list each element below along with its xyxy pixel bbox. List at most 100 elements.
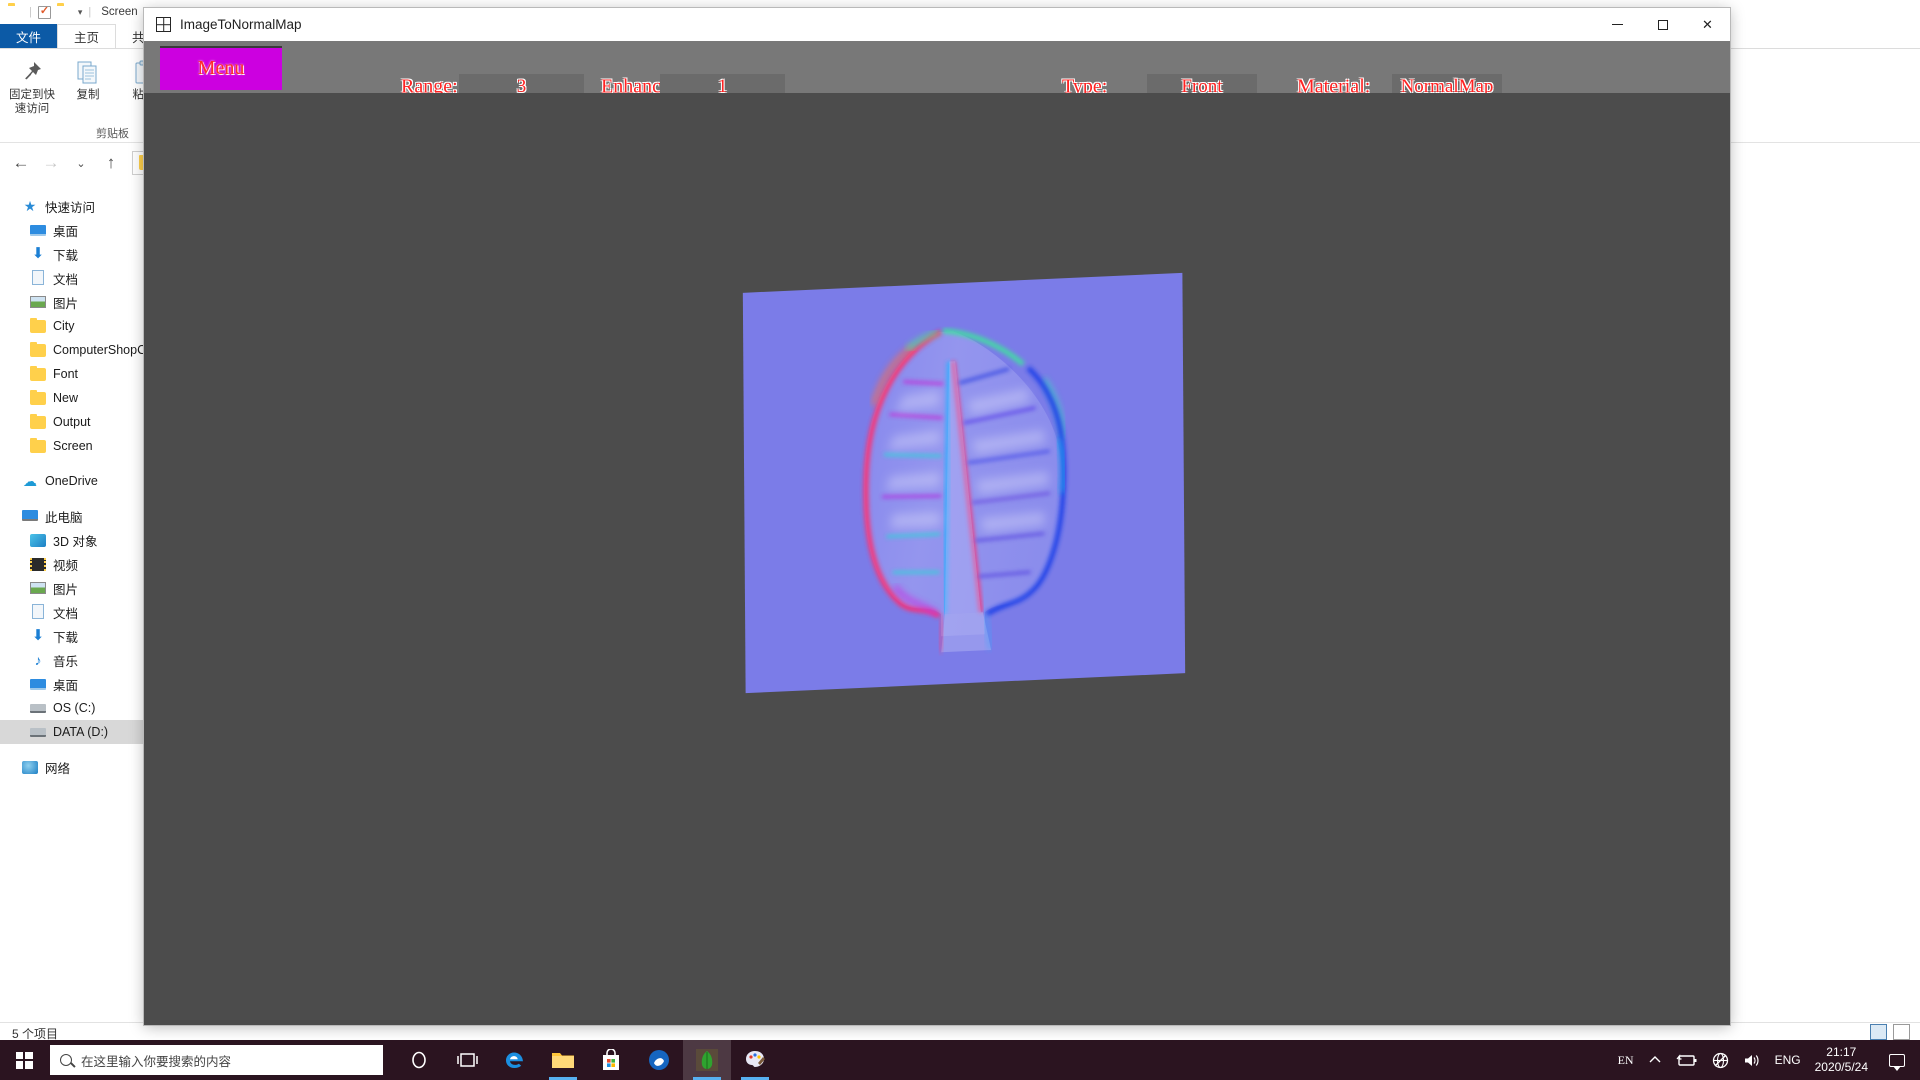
normalmap-plane: [742, 272, 1186, 694]
clipboard-group-label: 剪贴板: [96, 128, 129, 140]
large-icons-view-icon[interactable]: [1893, 1024, 1910, 1040]
this-pc-icon: [22, 508, 38, 524]
paint-app-icon[interactable]: [731, 1040, 779, 1080]
copy-label: 复制: [76, 89, 100, 101]
video-icon-glyph: [30, 558, 46, 571]
sidebar-item-new[interactable]: New: [0, 386, 146, 410]
chevron-down-icon[interactable]: ▾: [78, 7, 83, 18]
taskbar-search-box[interactable]: 在这里输入你要搜索的内容: [50, 1045, 383, 1075]
cortana-icon[interactable]: [395, 1040, 443, 1080]
drive-icon-glyph: [30, 728, 46, 737]
folder-icon: [8, 5, 23, 19]
checkbox-icon[interactable]: [37, 4, 51, 19]
grid-icon: [156, 17, 171, 32]
explorer-sidebar: ★ 快速访问 桌面 ⬇ 下载 文档 图片 City ComputerShopC Font New Ou…: [0, 182, 146, 1022]
sidebar-item-[interactable]: 视频: [0, 552, 146, 576]
sidebar-item-[interactable]: 此电脑: [0, 504, 146, 528]
sidebar-item-label: OneDrive: [45, 474, 98, 488]
copy-button[interactable]: 复制: [60, 53, 116, 102]
forward-arrow-icon[interactable]: →: [38, 150, 64, 176]
document-icon-glyph: [32, 270, 44, 285]
sidebar-item-computershopc[interactable]: ComputerShopC: [0, 338, 146, 362]
clock-time: 21:17: [1826, 1045, 1857, 1059]
substance-icon[interactable]: [635, 1040, 683, 1080]
sidebar-item-[interactable]: ♪ 音乐: [0, 648, 146, 672]
folder-icon[interactable]: [57, 5, 72, 19]
back-arrow-icon[interactable]: ←: [8, 150, 34, 176]
file-explorer-icon[interactable]: [539, 1040, 587, 1080]
start-button[interactable]: [0, 1040, 48, 1080]
leaf-app-icon[interactable]: [683, 1040, 731, 1080]
sidebar-item-[interactable]: ★ 快速访问: [0, 194, 146, 218]
sidebar-item-label: 文档: [53, 606, 79, 621]
folder-icon-glyph: [30, 368, 46, 381]
input-indicator[interactable]: EN: [1618, 1053, 1634, 1068]
app-title: ImageToNormalMap: [180, 17, 302, 32]
sidebar-item-[interactable]: 桌面: [0, 218, 146, 242]
menu-button-label: Menu: [197, 56, 245, 79]
minimize-button[interactable]: [1595, 8, 1640, 41]
sidebar-item-font[interactable]: Font: [0, 362, 146, 386]
sidebar-item-output[interactable]: Output: [0, 410, 146, 434]
explorer-title: Screen: [101, 6, 138, 18]
edge-icon[interactable]: [491, 1040, 539, 1080]
sidebar-item-label: Screen: [53, 439, 93, 453]
sidebar-item-onedrive[interactable]: ☁ OneDrive: [0, 469, 146, 493]
sidebar-item-label: 3D 对象: [53, 534, 98, 549]
tab-home[interactable]: 主页: [57, 24, 117, 48]
desktop-icon: [30, 222, 46, 238]
menu-button[interactable]: Menu: [160, 46, 282, 90]
desktop-icon-glyph: [30, 225, 46, 236]
maximize-button[interactable]: [1640, 8, 1685, 41]
sidebar-item-[interactable]: ⬇ 下载: [0, 242, 146, 266]
folder-icon-glyph: [30, 440, 46, 453]
sidebar-item-[interactable]: 网络: [0, 755, 146, 779]
sidebar-item-[interactable]: 文档: [0, 600, 146, 624]
battery-icon[interactable]: [1676, 1053, 1698, 1067]
leaf-normal-map-image: [863, 328, 1067, 658]
sidebar-item-[interactable]: 桌面: [0, 672, 146, 696]
3d-objects-icon-glyph: [30, 534, 46, 547]
action-center-icon[interactable]: [1882, 1040, 1912, 1080]
picture-icon: [30, 580, 46, 596]
sidebar-item-[interactable]: 图片: [0, 576, 146, 600]
app-toolbar: Menu Range: 3 Enhance: 1 Type: Front Material:…: [144, 41, 1730, 100]
up-arrow-icon[interactable]: ↑: [98, 150, 124, 176]
sidebar-item-label: 桌面: [53, 224, 79, 239]
sidebar-item-[interactable]: 文档: [0, 266, 146, 290]
details-view-icon[interactable]: [1870, 1024, 1887, 1040]
windows-logo-icon: [15, 1051, 33, 1069]
volume-icon[interactable]: [1743, 1053, 1761, 1068]
sidebar-item-label: 此电脑: [45, 510, 83, 525]
sidebar-item-[interactable]: 图片: [0, 290, 146, 314]
normalmap-viewport[interactable]: [144, 93, 1730, 1025]
clock-date: 2020/5/24: [1814, 1060, 1868, 1074]
app-titlebar[interactable]: ImageToNormalMap ✕: [144, 8, 1730, 41]
copy-icon: [75, 59, 101, 85]
task-view-icon[interactable]: [443, 1040, 491, 1080]
divider: |: [88, 6, 92, 18]
sidebar-item-[interactable]: ⬇ 下载: [0, 624, 146, 648]
picture-icon: [30, 294, 46, 310]
language-indicator[interactable]: ENG: [1775, 1053, 1801, 1067]
chevron-up-icon[interactable]: [1648, 1055, 1662, 1065]
sidebar-item-screen[interactable]: Screen: [0, 434, 146, 458]
microsoft-store-icon[interactable]: [587, 1040, 635, 1080]
sidebar-item-3d[interactable]: 3D 对象: [0, 528, 146, 552]
close-button[interactable]: ✕: [1685, 8, 1730, 41]
clock[interactable]: 21:17 2020/5/24: [1815, 1045, 1868, 1075]
view-mode-buttons: [1870, 1024, 1910, 1040]
sidebar-item-datad[interactable]: DATA (D:): [0, 720, 146, 744]
document-icon: [30, 604, 46, 620]
sidebar-item-label: New: [53, 391, 79, 405]
desktop-icon: [30, 676, 46, 692]
window-buttons: ✕: [1595, 8, 1730, 41]
folder-icon: [30, 366, 46, 382]
network-disconnected-icon[interactable]: [1712, 1052, 1729, 1069]
system-tray: EN ENG 21:17 2020/5/24: [1618, 1040, 1920, 1080]
tab-file[interactable]: 文件: [0, 24, 58, 48]
sidebar-item-city[interactable]: City: [0, 314, 146, 338]
pin-to-quick-access-button[interactable]: 固定到快速访问: [4, 53, 60, 116]
sidebar-item-osc[interactable]: OS (C:): [0, 696, 146, 720]
chevron-down-icon[interactable]: ⌄: [68, 150, 94, 176]
